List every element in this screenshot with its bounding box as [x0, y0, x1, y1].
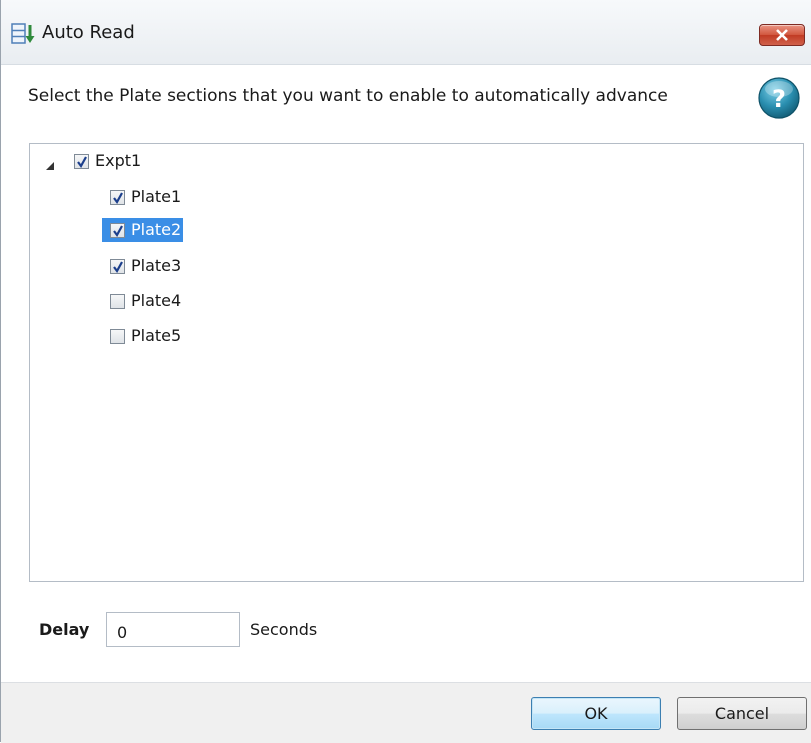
- ok-button[interactable]: OK: [531, 697, 661, 730]
- close-button[interactable]: [759, 24, 805, 46]
- checkbox-expt1[interactable]: [74, 153, 89, 169]
- expand-collapse-icon[interactable]: [45, 157, 55, 170]
- tree-node-plate3[interactable]: Plate3: [110, 254, 183, 278]
- tree-node-label: Plate1: [131, 187, 182, 206]
- checkbox-plate1[interactable]: [110, 189, 125, 205]
- button-bar: OK Cancel: [1, 682, 811, 743]
- tree-node-label: Expt1: [95, 151, 142, 170]
- tree-node-plate4[interactable]: Plate4: [110, 289, 183, 313]
- tree-node-expt1[interactable]: Expt1: [74, 149, 143, 173]
- checkbox-plate5[interactable]: [110, 328, 125, 344]
- close-icon: [776, 29, 788, 41]
- checkbox-plate4[interactable]: [110, 293, 125, 309]
- seconds-label: Seconds: [250, 620, 318, 639]
- tree-node-plate1[interactable]: Plate1: [110, 185, 183, 209]
- plate-tree: Expt1 Plate1 Plate2 Plate3 Plate4 Plate5: [29, 143, 804, 582]
- tree-node-label: Plate5: [131, 326, 182, 345]
- checkbox-plate3[interactable]: [110, 258, 125, 274]
- tree-node-label: Plate3: [131, 256, 182, 275]
- auto-read-icon: [11, 23, 35, 45]
- delay-label: Delay: [39, 620, 90, 639]
- tree-node-label: Plate4: [131, 291, 182, 310]
- tree-node-label: Plate2: [131, 220, 182, 239]
- tree-node-plate2[interactable]: Plate2: [102, 218, 184, 242]
- tree-node-plate5[interactable]: Plate5: [110, 324, 183, 348]
- delay-input[interactable]: [106, 612, 240, 647]
- help-icon[interactable]: ?: [756, 76, 802, 120]
- cancel-button[interactable]: Cancel: [677, 697, 807, 730]
- instruction-text: Select the Plate sections that you want …: [28, 86, 668, 106]
- svg-text:?: ?: [772, 85, 786, 113]
- auto-read-dialog: Auto Read Select the Plate sections that…: [0, 0, 811, 743]
- title-bar: Auto Read: [1, 0, 811, 65]
- checkbox-plate2[interactable]: [110, 222, 125, 238]
- window-title: Auto Read: [42, 22, 135, 43]
